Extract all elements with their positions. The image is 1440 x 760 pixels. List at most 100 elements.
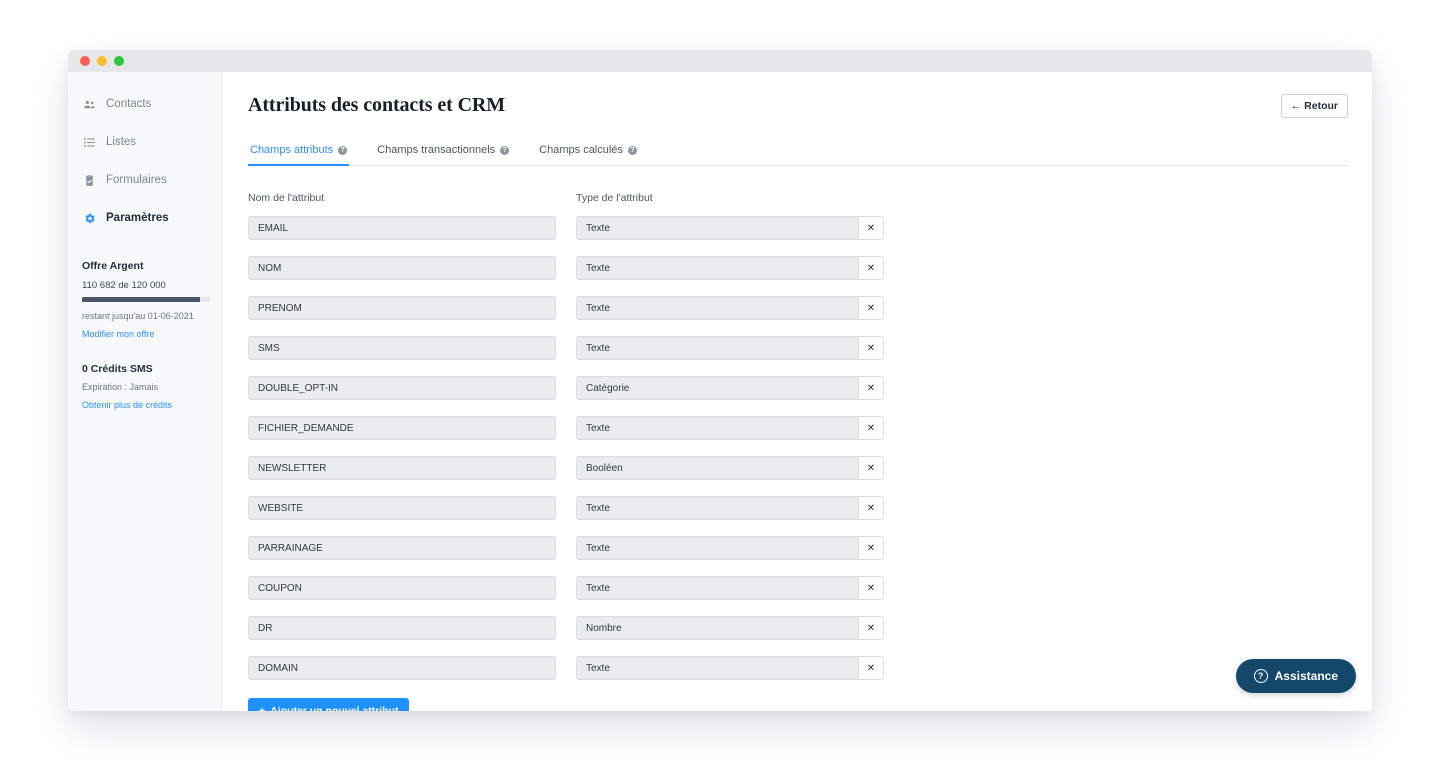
plus-icon: +	[259, 705, 266, 711]
table-row: Texte ✕	[576, 496, 884, 520]
assistance-label: Assistance	[1274, 669, 1338, 683]
sidebar-item-contacts[interactable]: Contacts	[68, 90, 221, 118]
main-content: Attributs des contacts et CRM ← Retour C…	[222, 72, 1372, 711]
remove-attribute-button[interactable]: ✕	[858, 336, 884, 360]
attribute-name-input[interactable]: FICHIER_DEMANDE	[248, 416, 556, 440]
attribute-name-input[interactable]: WEBSITE	[248, 496, 556, 520]
attribute-name-list: EMAIL NOM PRENOM SMS DOUBLE_OPT-IN FICHIER_DE…	[248, 216, 556, 680]
table-row: Texte ✕	[576, 216, 884, 240]
table-row: Texte ✕	[576, 256, 884, 280]
plan-title: Offre Argent	[82, 260, 144, 272]
attribute-type-select[interactable]: Texte	[576, 256, 858, 280]
attribute-type-select[interactable]: Texte	[576, 416, 858, 440]
sidebar-item-label: Paramètres	[106, 212, 169, 224]
maximize-window-button[interactable]	[114, 56, 124, 66]
attribute-type-select[interactable]: Texte	[576, 656, 858, 680]
plan-progress-fill	[82, 297, 200, 302]
attribute-name-input[interactable]: SMS	[248, 336, 556, 360]
credits-block: 0 Crédits SMS Expiration : Jamais Obteni…	[68, 339, 221, 410]
table-row: Texte ✕	[576, 296, 884, 320]
remove-attribute-button[interactable]: ✕	[858, 536, 884, 560]
attribute-name-input[interactable]: NOM	[248, 256, 556, 280]
tab-label: Champs calculés	[539, 144, 623, 156]
tab-bar: Champs attributs? Champs transactionnels?…	[248, 144, 1348, 166]
tab-label: Champs transactionnels	[377, 144, 496, 156]
attribute-type-select[interactable]: Texte	[576, 496, 858, 520]
remove-attribute-button[interactable]: ✕	[858, 616, 884, 640]
sidebar-item-label: Listes	[106, 136, 137, 148]
plan-block: Offre Argent 110 682 de 120 000 restant …	[68, 242, 221, 339]
attribute-name-input[interactable]: PRENOM	[248, 296, 556, 320]
attribute-type-column: Type de l'attribut Texte ✕ Texte ✕ Texte ✕ Tex…	[576, 192, 884, 711]
table-row: Texte ✕	[576, 336, 884, 360]
plan-expiry: restant jusqu'au 01-06-2021	[82, 311, 194, 321]
column-header-type: Type de l'attribut	[576, 192, 653, 204]
list-icon	[82, 135, 96, 149]
table-row: Nombre ✕	[576, 616, 884, 640]
question-circle-icon: ?	[1253, 669, 1268, 683]
remove-attribute-button[interactable]: ✕	[858, 656, 884, 680]
attribute-name-input[interactable]: PARRAINAGE	[248, 536, 556, 560]
remove-attribute-button[interactable]: ✕	[858, 376, 884, 400]
help-icon[interactable]: ?	[500, 145, 510, 155]
assistance-button[interactable]: ? Assistance	[1235, 659, 1356, 693]
attribute-type-select[interactable]: Texte	[576, 536, 858, 560]
attribute-name-input[interactable]: COUPON	[248, 576, 556, 600]
modify-plan-link[interactable]: Modifier mon offre	[82, 329, 207, 339]
attribute-type-select[interactable]: Texte	[576, 296, 858, 320]
remove-attribute-button[interactable]: ✕	[858, 416, 884, 440]
remove-attribute-button[interactable]: ✕	[858, 456, 884, 480]
window-body: Contacts Listes Formulaires Paramètres O…	[68, 72, 1372, 711]
tab-2[interactable]: Champs calculés?	[537, 144, 639, 166]
attribute-name-input[interactable]: DR	[248, 616, 556, 640]
column-header-name: Nom de l'attribut	[248, 192, 325, 204]
attribute-name-input[interactable]: EMAIL	[248, 216, 556, 240]
attribute-name-input[interactable]: DOMAIN	[248, 656, 556, 680]
clipboard-check-icon	[82, 173, 96, 187]
window-titlebar	[68, 50, 1372, 72]
gear-icon	[82, 211, 96, 225]
tab-0[interactable]: Champs attributs?	[248, 144, 350, 166]
remove-attribute-button[interactable]: ✕	[858, 216, 884, 240]
table-row: Texte ✕	[576, 416, 884, 440]
remove-attribute-button[interactable]: ✕	[858, 576, 884, 600]
minimize-window-button[interactable]	[97, 56, 107, 66]
attribute-name-input[interactable]: NEWSLETTER	[248, 456, 556, 480]
plan-usage: 110 682 de 120 000	[82, 280, 166, 291]
remove-attribute-button[interactable]: ✕	[858, 256, 884, 280]
tab-label: Champs attributs	[250, 144, 334, 156]
app-window: Contacts Listes Formulaires Paramètres O…	[68, 50, 1372, 711]
page-title: Attributs des contacts et CRM	[248, 94, 506, 116]
help-icon[interactable]: ?	[627, 145, 637, 155]
sidebar-item-parametres[interactable]: Paramètres	[68, 204, 221, 232]
table-row: Booléen ✕	[576, 456, 884, 480]
tab-1[interactable]: Champs transactionnels?	[375, 144, 511, 166]
table-row: Texte ✕	[576, 656, 884, 680]
add-attribute-button[interactable]: + Ajouter un nouvel attribut	[248, 698, 410, 711]
help-icon[interactable]: ?	[338, 145, 348, 155]
sidebar-item-label: Formulaires	[106, 174, 167, 186]
table-row: Texte ✕	[576, 536, 884, 560]
add-attribute-label: Ajouter un nouvel attribut	[270, 705, 399, 711]
attributes-table: Nom de l'attribut EMAIL NOM PRENOM SMS DOUBL…	[248, 192, 1348, 711]
attribute-name-input[interactable]: DOUBLE_OPT-IN	[248, 376, 556, 400]
attribute-type-select[interactable]: Nombre	[576, 616, 858, 640]
attribute-type-select[interactable]: Booléen	[576, 456, 858, 480]
attribute-name-column: Nom de l'attribut EMAIL NOM PRENOM SMS DOUBL…	[248, 192, 556, 711]
remove-attribute-button[interactable]: ✕	[858, 296, 884, 320]
sidebar-item-label: Contacts	[106, 98, 152, 110]
remove-attribute-button[interactable]: ✕	[858, 496, 884, 520]
sidebar-item-listes[interactable]: Listes	[68, 128, 221, 156]
people-group-icon	[82, 97, 96, 111]
get-more-credits-link[interactable]: Obtenir plus de crédits	[82, 400, 207, 410]
attribute-type-select[interactable]: Catégorie	[576, 376, 858, 400]
attribute-type-select[interactable]: Texte	[576, 336, 858, 360]
attribute-type-select[interactable]: Texte	[576, 576, 858, 600]
credits-expiration: Expiration : Jamais	[82, 382, 159, 392]
close-window-button[interactable]	[80, 56, 90, 66]
sidebar-item-formulaires[interactable]: Formulaires	[68, 166, 221, 194]
sidebar: Contacts Listes Formulaires Paramètres O…	[68, 72, 222, 711]
table-row: Catégorie ✕	[576, 376, 884, 400]
attribute-type-select[interactable]: Texte	[576, 216, 858, 240]
back-button[interactable]: ← Retour	[1280, 94, 1348, 118]
